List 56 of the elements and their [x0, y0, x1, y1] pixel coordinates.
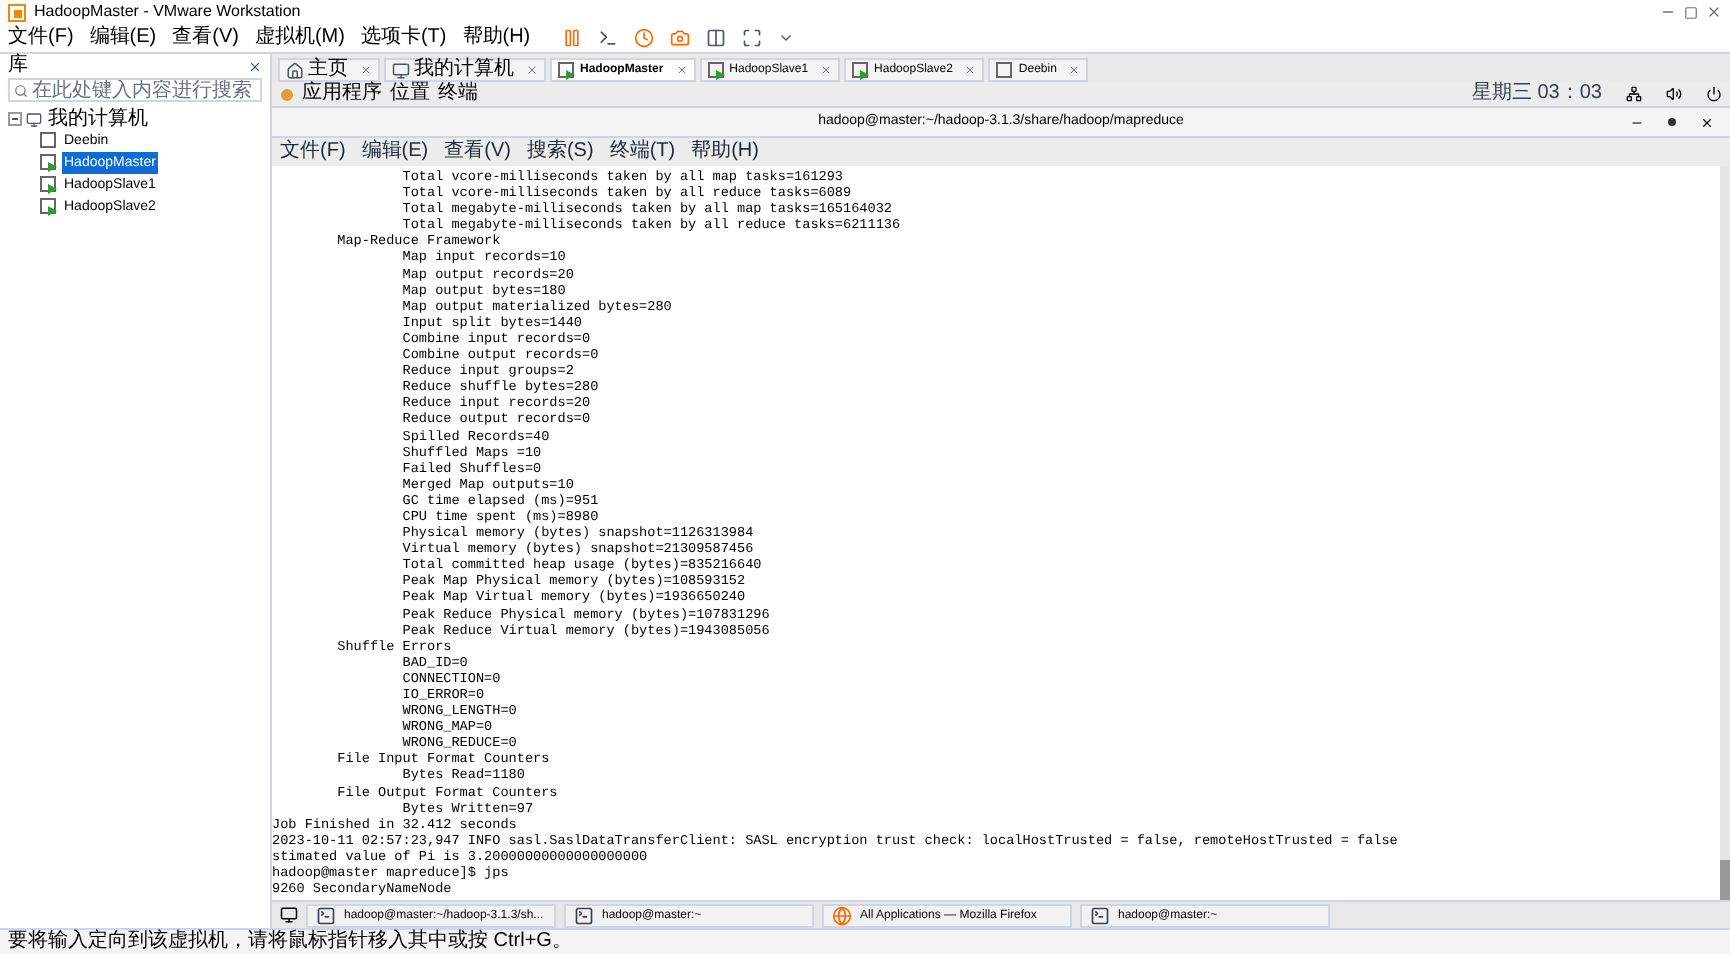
- app-logo-icon: [8, 3, 26, 21]
- menu-item[interactable]: 编辑(E): [89, 28, 157, 48]
- vm-running-icon: [40, 198, 58, 216]
- pause-icon[interactable]: [562, 28, 583, 48]
- close-icon[interactable]: [1700, 115, 1714, 129]
- vm-icon: [40, 132, 58, 150]
- clock-icon[interactable]: [634, 28, 655, 48]
- vm-running-icon: [558, 61, 576, 79]
- terminal-icon: [574, 905, 594, 925]
- globe-icon: [832, 905, 852, 925]
- caret-icon[interactable]: [778, 30, 795, 46]
- status-text: 要将输入定向到该虚拟机，请将鼠标指针移入其中或按 Ctrl+G。: [8, 932, 572, 952]
- monitor-icon: [26, 111, 42, 127]
- terminal-menu-item[interactable]: 帮助(H): [691, 142, 759, 162]
- fullscreen-icon[interactable]: [742, 28, 763, 48]
- menu-item[interactable]: 查看(V): [172, 28, 239, 48]
- vm-running-icon: [40, 154, 58, 172]
- collapse-icon[interactable]: [8, 112, 22, 126]
- menu-item[interactable]: 文件(F): [8, 28, 74, 48]
- monitor-icon: [392, 61, 410, 79]
- tree-item[interactable]: 我的计算机: [46, 108, 150, 130]
- volume-icon[interactable]: [1666, 86, 1682, 102]
- scrollbar[interactable]: [1720, 166, 1730, 900]
- menu-item[interactable]: 选项卡(T): [360, 28, 447, 48]
- network-icon[interactable]: [1626, 86, 1642, 102]
- terminal-menu-item[interactable]: 终端(T): [609, 142, 676, 162]
- terminal-menu-item[interactable]: 文件(F): [280, 142, 346, 162]
- vm-running-icon: [40, 176, 58, 194]
- library-title: 库: [8, 56, 28, 76]
- terminal-icon: [1090, 905, 1110, 925]
- dot-icon[interactable]: [1668, 118, 1676, 126]
- desktop-menu[interactable]: 应用程序: [302, 84, 382, 104]
- search-icon: [14, 83, 28, 97]
- desktop-menu[interactable]: 终端: [438, 84, 478, 104]
- vm-tab[interactable]: 主页: [278, 58, 380, 82]
- terminal-icon: [316, 905, 336, 925]
- desktop-menu[interactable]: 位置: [390, 84, 430, 104]
- vm-running-icon: [707, 61, 726, 79]
- vm-icon: [996, 61, 1015, 79]
- terminal-menu-item[interactable]: 查看(V): [444, 142, 511, 162]
- clock-text: 星期三 03：03: [1471, 84, 1602, 104]
- terminal-menu-item[interactable]: 编辑(E): [361, 142, 429, 162]
- layout-icon[interactable]: [706, 28, 727, 48]
- close-icon[interactable]: [248, 59, 262, 73]
- vm-tab[interactable]: 我的计算机: [384, 58, 546, 82]
- power-icon[interactable]: [1706, 86, 1722, 102]
- menu-item[interactable]: 虚拟机(M): [254, 28, 345, 48]
- vm-running-icon: [852, 61, 871, 79]
- window-title: HadoopMaster - VMware Workstation: [34, 0, 301, 24]
- send-keys-icon[interactable]: [598, 28, 619, 48]
- camera-icon[interactable]: [670, 28, 691, 48]
- menu-item[interactable]: 帮助(H): [462, 28, 531, 48]
- terminal-menu-item[interactable]: 搜索(S): [526, 142, 594, 162]
- maximize-icon[interactable]: [1684, 5, 1698, 19]
- show-desktop-icon[interactable]: [280, 906, 298, 924]
- home-icon: [286, 61, 304, 79]
